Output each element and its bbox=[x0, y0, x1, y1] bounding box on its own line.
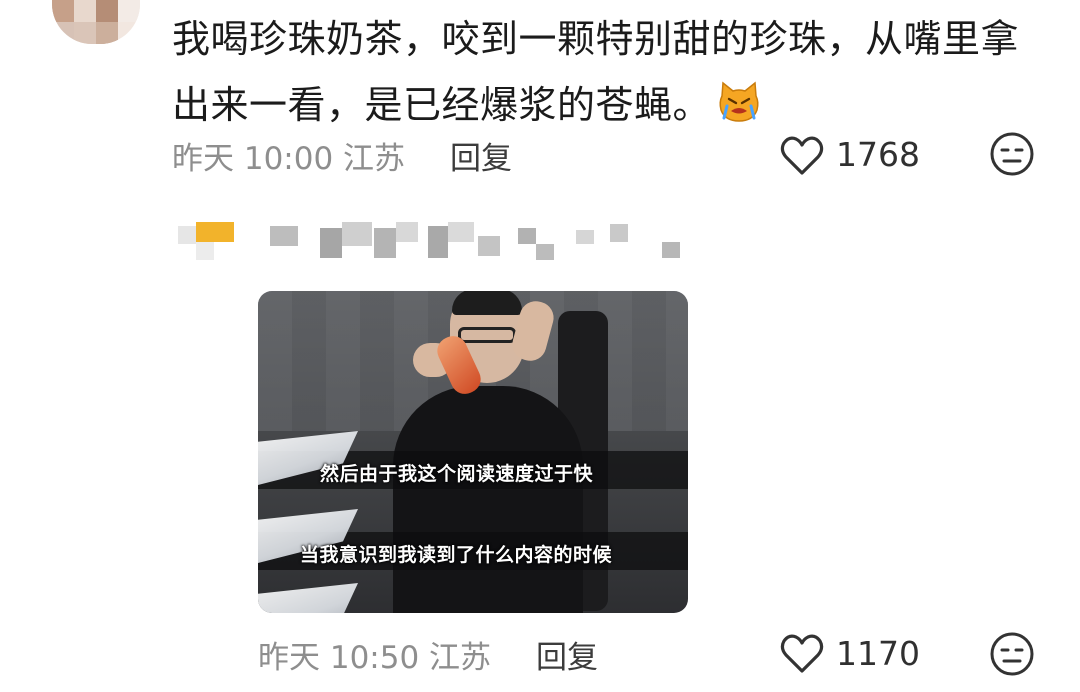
blur-block bbox=[342, 222, 372, 246]
video-subtitle-1: 然后由于我这个阅读速度过于快 bbox=[320, 463, 594, 485]
crying-cat-emoji-icon bbox=[719, 81, 759, 122]
reply-meta: 昨天 10:50 江苏 bbox=[258, 640, 492, 676]
blur-block bbox=[576, 230, 594, 244]
heart-outline-icon[interactable] bbox=[778, 630, 826, 678]
reply-username-blurred bbox=[178, 222, 718, 262]
blur-block bbox=[448, 222, 474, 242]
blur-block bbox=[374, 228, 396, 258]
like-count: 1170 bbox=[836, 634, 920, 673]
reply-video-thumbnail[interactable]: 然后由于我这个阅读速度过于快 当我意识到我读到了什么内容的时候 bbox=[258, 291, 688, 613]
reply-button[interactable]: 回复 bbox=[536, 632, 598, 677]
like-count: 1768 bbox=[836, 135, 920, 174]
blur-block bbox=[536, 244, 554, 260]
blur-block bbox=[270, 226, 298, 246]
video-person-glasses bbox=[458, 327, 516, 343]
blur-block bbox=[320, 228, 342, 258]
blur-block bbox=[610, 224, 628, 242]
avatar-pixel bbox=[118, 0, 140, 22]
blur-block bbox=[196, 242, 214, 260]
video-person-hair bbox=[452, 291, 522, 315]
avatar-pixel bbox=[52, 0, 74, 22]
reply-button[interactable]: 回复 bbox=[450, 133, 512, 178]
blur-block bbox=[662, 242, 680, 258]
neutral-face-icon[interactable] bbox=[988, 130, 1036, 178]
blur-block bbox=[478, 236, 500, 256]
avatar-pixel bbox=[74, 22, 96, 44]
blur-block bbox=[428, 226, 448, 258]
blur-block bbox=[396, 222, 418, 242]
blur-block bbox=[518, 228, 536, 244]
video-plastic-bag bbox=[258, 583, 358, 613]
video-subtitle-2: 当我意识到我读到了什么内容的时候 bbox=[300, 544, 613, 566]
heart-outline-icon[interactable] bbox=[778, 132, 826, 180]
comment-text: 我喝珍珠奶茶，咬到一颗特别甜的珍珠，从嘴里拿出来一看，是已经爆浆的苍蝇。 bbox=[172, 6, 1052, 138]
avatar-pixel bbox=[74, 0, 96, 22]
comment-meta: 昨天 10:00 江苏 bbox=[172, 141, 406, 177]
neutral-face-icon[interactable] bbox=[988, 630, 1036, 678]
blur-block bbox=[196, 222, 234, 242]
avatar-pixel bbox=[96, 0, 118, 22]
avatar-pixel bbox=[96, 22, 118, 44]
comment-body: 我喝珍珠奶茶，咬到一颗特别甜的珍珠，从嘴里拿出来一看，是已经爆浆的苍蝇。 bbox=[172, 17, 1020, 127]
video-person bbox=[393, 386, 583, 613]
avatar[interactable] bbox=[52, 0, 140, 44]
blur-block bbox=[178, 226, 196, 244]
